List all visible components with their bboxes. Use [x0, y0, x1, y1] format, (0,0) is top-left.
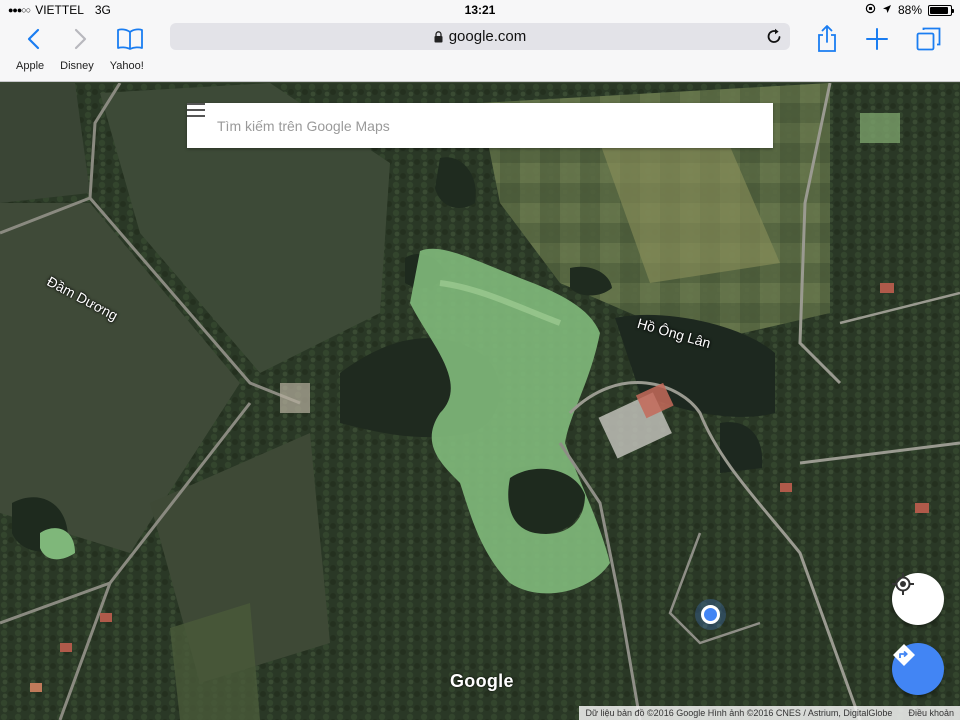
favorites-bar: Apple Disney Yahoo! [0, 60, 144, 78]
status-left: ●●●○○ VIETTEL 3G [8, 3, 328, 17]
status-bar: ●●●○○ VIETTEL 3G 13:21 88% [0, 0, 960, 20]
reload-icon [767, 28, 781, 43]
maps-search-box[interactable] [187, 103, 773, 148]
status-time: 13:21 [464, 3, 496, 17]
network-type: 3G [94, 3, 111, 17]
signal-strength-icon: ●●●○○ [8, 5, 31, 15]
bookmark-apple[interactable]: Apple [0, 60, 44, 78]
back-button[interactable] [18, 24, 48, 54]
location-arrow-icon [882, 3, 892, 17]
url-text: google.com [448, 28, 527, 45]
my-location-button[interactable] [892, 573, 944, 625]
map-attribution-text: Dữ liệu bản đồ ©2016 Google Hình ảnh ©20… [585, 708, 893, 718]
address-bar[interactable]: google.com [170, 23, 790, 50]
bookmarks-button[interactable] [115, 24, 145, 54]
bookmarks-icon [117, 28, 143, 50]
bookmark-yahoo[interactable]: Yahoo! [94, 60, 144, 78]
directions-icon [893, 644, 915, 666]
directions-button[interactable] [892, 643, 944, 695]
forward-icon [74, 28, 87, 50]
share-icon [818, 25, 836, 52]
battery-icon [928, 4, 954, 16]
carrier-name: VIETTEL [35, 3, 84, 17]
battery-percent: 88% [897, 3, 922, 17]
new-tab-button[interactable] [862, 24, 892, 54]
current-location-dot [701, 605, 720, 624]
status-right: 88% [632, 3, 954, 17]
terms-link[interactable]: Điều khoản [908, 708, 954, 718]
satellite-map[interactable]: Đầm Dương Hồ Ông Lân Google Dữ liệu bản … [0, 83, 960, 720]
satellite-imagery [0, 83, 960, 720]
share-button[interactable] [812, 24, 842, 54]
google-logo: Google [450, 671, 514, 691]
back-icon [27, 28, 40, 50]
tabs-icon [916, 27, 941, 51]
new-tab-icon [866, 28, 888, 50]
safari-toolbar: google.com Apple Disney Yahoo! [0, 20, 960, 82]
reload-button[interactable] [767, 28, 782, 48]
crosshair-icon [892, 573, 914, 595]
lock-icon [434, 30, 443, 42]
bookmark-disney[interactable]: Disney [44, 60, 94, 78]
rotation-lock-icon [865, 3, 876, 17]
forward-button[interactable] [66, 24, 96, 54]
map-attribution-bar: Dữ liệu bản đồ ©2016 Google Hình ảnh ©20… [579, 706, 960, 720]
maps-search-input[interactable] [217, 117, 717, 134]
tabs-button[interactable] [914, 24, 944, 54]
